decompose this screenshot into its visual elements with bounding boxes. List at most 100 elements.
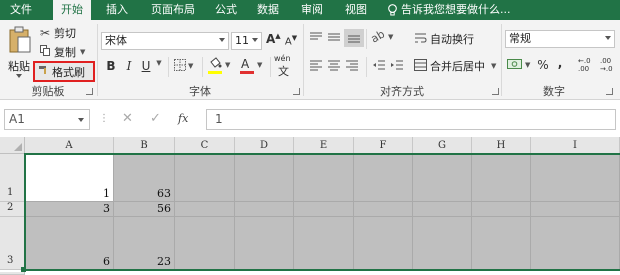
name-box[interactable]: A1 xyxy=(4,109,90,130)
column-header-a[interactable]: A xyxy=(25,137,114,154)
chevron-down-icon: ▼ xyxy=(525,61,531,69)
formula-bar-buttons: ✕ ✓ fx xyxy=(112,109,204,130)
name-box-value: A1 xyxy=(9,112,25,126)
align-left-button[interactable] xyxy=(309,59,325,73)
column-header-g[interactable]: G xyxy=(413,137,472,154)
tell-me-search[interactable]: 告诉我您想要做什么... xyxy=(387,0,511,20)
column-header-i[interactable]: I xyxy=(531,137,620,154)
chevron-down-icon: ▼ xyxy=(388,33,394,41)
ribbon-home: 粘贴 ✂ 剪切 复制 ▼ 格式刷 剪贴板 宋体 11 A▲ A▼ B I U ▼… xyxy=(0,20,620,100)
align-center-button[interactable] xyxy=(327,59,343,73)
formula-input-value: 1 xyxy=(215,112,223,126)
fill-color-swatch xyxy=(208,71,222,74)
tab-view[interactable]: 视图 xyxy=(338,0,374,20)
column-header-f[interactable]: F xyxy=(354,137,413,154)
font-color-button[interactable]: A ▼ xyxy=(240,57,268,77)
align-middle-icon xyxy=(328,33,340,41)
column-header-h[interactable]: H xyxy=(472,137,531,154)
underline-button[interactable]: U xyxy=(139,59,153,73)
number-group-label: 数字 xyxy=(543,85,565,98)
copy-button[interactable]: 复制 ▼ xyxy=(40,44,85,60)
accounting-format-button[interactable]: ▼ xyxy=(507,57,533,75)
align-top-button[interactable] xyxy=(309,31,325,45)
increase-decimal-icon: ←.0 .00 xyxy=(578,57,591,73)
text-orientation-icon: ab xyxy=(368,27,388,46)
clipboard-group-label: 剪贴板 xyxy=(31,85,65,98)
decrease-decimal-button[interactable]: .00 →.0 xyxy=(600,57,617,75)
borders-icon xyxy=(174,59,186,71)
align-right-button[interactable] xyxy=(345,59,361,73)
align-left-icon xyxy=(310,60,322,71)
clipboard-dialog-launcher[interactable] xyxy=(86,88,93,95)
tab-file[interactable]: 文件 xyxy=(0,0,42,20)
chevron-down-icon xyxy=(252,38,258,42)
formula-bar-grip[interactable]: ⋮ xyxy=(99,113,109,124)
column-header-e[interactable]: E xyxy=(294,137,354,154)
increase-indent-button[interactable] xyxy=(390,59,406,73)
increase-decimal-button[interactable]: ←.0 .00 xyxy=(578,57,595,75)
bold-button[interactable]: B xyxy=(104,59,118,73)
fill-color-button[interactable]: ▼ xyxy=(208,57,236,77)
divider xyxy=(270,57,271,77)
font-color-swatch xyxy=(240,71,254,74)
chevron-down-icon: ▼ xyxy=(80,48,86,56)
chevron-down-icon: ▼ xyxy=(257,61,263,69)
column-header-c[interactable]: C xyxy=(175,137,235,154)
grow-font-button[interactable]: A▲ xyxy=(266,32,281,46)
tab-review[interactable]: 审阅 xyxy=(294,0,330,20)
font-dialog-launcher[interactable] xyxy=(293,88,300,95)
ribbon-tab-bar: 文件 开始 插入 页面布局 公式 数据 审阅 视图 告诉我您想要做什么... xyxy=(0,0,620,20)
formula-input[interactable]: 1 xyxy=(206,109,616,130)
row-header-1[interactable]: 1 xyxy=(0,154,25,202)
orientation-button[interactable]: ab ▼ xyxy=(368,27,397,46)
tell-me-text: 告诉我您想要做什么... xyxy=(401,3,511,16)
cut-button[interactable]: ✂ 剪切 xyxy=(40,25,76,41)
font-size-dropdown[interactable]: 11 xyxy=(231,32,262,50)
select-all-icon xyxy=(14,143,22,151)
decrease-indent-button[interactable] xyxy=(372,59,388,73)
merge-center-button[interactable]: 合并后居中 ▼ xyxy=(414,58,496,74)
tab-home[interactable]: 开始 xyxy=(53,0,91,20)
insert-function-button[interactable]: fx xyxy=(178,112,188,125)
paste-button[interactable]: 粘贴 xyxy=(6,24,34,82)
wrap-text-icon xyxy=(414,32,430,47)
shrink-font-button[interactable]: A▼ xyxy=(284,34,298,47)
chevron-down-icon[interactable]: ▼ xyxy=(155,59,163,67)
tab-formulas[interactable]: 公式 xyxy=(208,0,244,20)
divider xyxy=(202,57,203,77)
percent-style-button[interactable]: % xyxy=(536,58,550,72)
phonetic-icon: wén xyxy=(274,54,291,63)
chevron-down-icon: ▼ xyxy=(491,62,497,70)
format-painter-button[interactable]: 格式刷 xyxy=(33,61,95,82)
tab-data[interactable]: 数据 xyxy=(250,0,286,20)
comma-style-button[interactable]: , xyxy=(554,56,566,70)
cancel-icon[interactable]: ✕ xyxy=(122,111,133,126)
alignment-dialog-launcher[interactable] xyxy=(492,88,499,95)
italic-button[interactable]: I xyxy=(122,59,136,73)
row-header-3[interactable]: 3 xyxy=(0,217,25,270)
tab-insert[interactable]: 插入 xyxy=(98,0,136,20)
borders-button[interactable]: ▼ xyxy=(174,59,196,75)
align-bottom-button[interactable] xyxy=(344,29,364,47)
wrap-text-label: 自动换行 xyxy=(430,33,474,46)
currency-icon xyxy=(507,59,522,69)
align-right-icon xyxy=(346,60,358,71)
tab-page-layout[interactable]: 页面布局 xyxy=(140,0,206,20)
chevron-down-icon xyxy=(605,36,611,40)
column-header-b[interactable]: B xyxy=(114,137,175,154)
column-header-d[interactable]: D xyxy=(235,137,294,154)
divider xyxy=(168,57,169,77)
font-name-dropdown[interactable]: 宋体 xyxy=(101,32,229,50)
align-middle-button[interactable] xyxy=(327,31,343,45)
number-dialog-launcher[interactable] xyxy=(606,88,613,95)
number-format-dropdown[interactable]: 常规 xyxy=(505,30,615,48)
divider xyxy=(366,29,367,49)
phonetic-button[interactable]: wén 文 xyxy=(274,54,298,78)
font-name-value: 宋体 xyxy=(105,34,127,47)
chevron-down-icon: ▼ xyxy=(188,62,194,70)
select-all-corner[interactable] xyxy=(0,137,25,154)
row-header-2[interactable]: 2 xyxy=(0,202,25,217)
wrap-text-button[interactable]: 自动换行 xyxy=(414,31,474,47)
shrink-font-icon: A xyxy=(284,36,292,48)
enter-check-icon[interactable]: ✓ xyxy=(150,111,161,126)
